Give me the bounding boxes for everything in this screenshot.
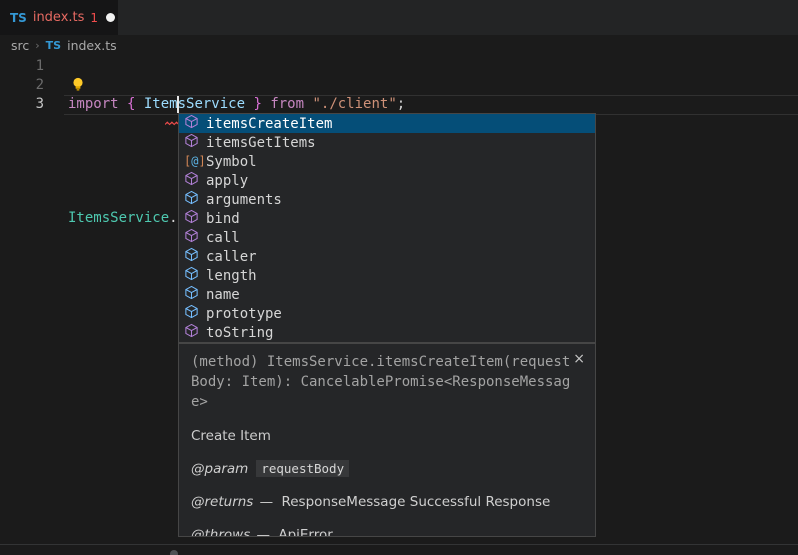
token-keyword: from: [262, 96, 313, 112]
doc-tag-name: @param: [191, 461, 248, 477]
line-number: 2: [0, 76, 44, 95]
suggestion-apply[interactable]: apply: [179, 171, 595, 190]
suggestion-bind[interactable]: bind: [179, 209, 595, 228]
suggest-docs-panel: × (method) ItemsService.itemsCreateItem(…: [178, 343, 596, 537]
suggestion-label: length: [206, 268, 257, 284]
suggestion-label: Symbol: [206, 154, 257, 170]
suggestion-Symbol[interactable]: [@] Symbol: [179, 152, 595, 171]
doc-tag-line: @param requestBody: [191, 461, 583, 477]
typescript-file-icon: TS: [46, 39, 61, 52]
method-signature: (method) ItemsService.itemsCreateItem(re…: [191, 352, 583, 412]
dash-separator: —: [255, 494, 277, 510]
panel-divider: [0, 544, 798, 545]
doc-tag-line: @returns — ResponseMessage Successful Re…: [191, 494, 583, 510]
signature-line: e>: [191, 392, 583, 412]
symbol-method-icon: [184, 114, 199, 133]
vscode-editor-window: TS index.ts 1 src › TS index.ts 123 impo…: [0, 0, 798, 555]
doc-tag-text: ApiError: [278, 527, 332, 537]
modified-dot-icon[interactable]: [106, 13, 115, 22]
tab-index-ts[interactable]: TS index.ts 1: [0, 0, 118, 35]
error-squiggle: [165, 111, 179, 130]
suggestion-label: apply: [206, 173, 248, 189]
code-line-1[interactable]: import { ItemsService } from "./client";: [68, 95, 405, 114]
signature-line: (method) ItemsService.itemsCreateItem(re…: [191, 352, 583, 372]
suggestion-name[interactable]: name: [179, 285, 595, 304]
suggestion-toString[interactable]: toString: [179, 323, 595, 342]
symbol-field-icon: [184, 247, 199, 266]
token-punct: .: [169, 210, 177, 226]
suggestion-label: prototype: [206, 306, 282, 322]
tab-bar: TS index.ts 1: [0, 0, 798, 35]
suggest-widget: itemsCreateItem itemsGetItems [@] Symbol app…: [178, 113, 596, 343]
suggestion-label: bind: [206, 211, 240, 227]
breadcrumb-folder[interactable]: src: [11, 38, 29, 53]
suggestion-label: itemsCreateItem: [206, 116, 332, 132]
breadcrumb: src › TS index.ts: [0, 35, 798, 56]
suggestion-label: toString: [206, 325, 273, 341]
token-string: "./client": [312, 96, 396, 112]
suggestion-itemsCreateItem[interactable]: itemsCreateItem: [179, 114, 595, 133]
close-icon[interactable]: ×: [573, 351, 585, 367]
token-brace: {: [127, 96, 144, 112]
doc-tag-name: @returns: [191, 494, 253, 510]
symbol-field-icon: [184, 190, 199, 209]
suggestion-itemsGetItems[interactable]: itemsGetItems: [179, 133, 595, 152]
suggestion-caller[interactable]: caller: [179, 247, 595, 266]
doc-summary: Create Item: [191, 428, 583, 444]
hover-dot: [170, 550, 178, 555]
suggestion-label: caller: [206, 249, 257, 265]
param-name-chip: requestBody: [256, 460, 349, 477]
line-number-gutter: 123: [0, 57, 44, 114]
token-variable: ItemsService: [144, 96, 245, 112]
typescript-file-icon: TS: [10, 11, 27, 25]
suggestion-label: name: [206, 287, 240, 303]
doc-tags: @param requestBody @returns — ResponseMess…: [191, 461, 583, 537]
symbol-field-icon: [184, 266, 199, 285]
doc-tag-text: ResponseMessage Successful Response: [281, 494, 550, 510]
symbol-method-icon: [184, 228, 199, 247]
tab-label: index.ts: [33, 10, 85, 25]
suggestion-prototype[interactable]: prototype: [179, 304, 595, 323]
suggestion-length[interactable]: length: [179, 266, 595, 285]
symbol-method-icon: [184, 323, 199, 342]
chevron-right-icon: ›: [35, 39, 39, 52]
suggestion-arguments[interactable]: arguments: [179, 190, 595, 209]
symbol-method-icon: [184, 171, 199, 190]
line-number: 1: [0, 57, 44, 76]
doc-tag-line: @throws — ApiError: [191, 527, 583, 537]
symbol-property-icon: [@]: [184, 154, 199, 169]
suggestion-call[interactable]: call: [179, 228, 595, 247]
lightbulb-icon[interactable]: [71, 77, 85, 96]
token-class: ItemsService: [68, 210, 169, 226]
signature-line: Body: Item): CancelablePromise<ResponseM…: [191, 372, 583, 392]
tab-error-count: 1: [90, 11, 98, 25]
symbol-method-icon: [184, 133, 199, 152]
suggestion-label: arguments: [206, 192, 282, 208]
symbol-field-icon: [184, 304, 199, 323]
symbol-method-icon: [184, 209, 199, 228]
symbol-field-icon: [184, 285, 199, 304]
suggestion-label: call: [206, 230, 240, 246]
token-brace: }: [245, 96, 262, 112]
suggestion-label: itemsGetItems: [206, 135, 316, 151]
line-number: 3: [0, 95, 44, 114]
token-keyword: import: [68, 96, 127, 112]
token-punct: ;: [397, 96, 405, 112]
doc-tag-name: @throws: [191, 527, 250, 537]
breadcrumb-file[interactable]: index.ts: [67, 38, 117, 53]
dash-separator: —: [252, 527, 274, 537]
